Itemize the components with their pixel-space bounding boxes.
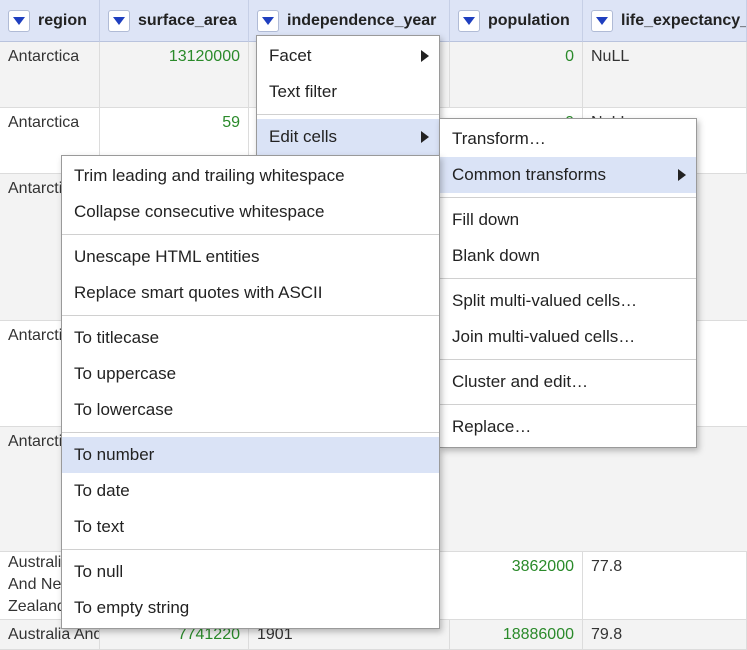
menu-item-label: Collapse consecutive whitespace — [74, 202, 325, 221]
cell-population[interactable]: 0 — [450, 42, 583, 108]
menu-divider — [62, 432, 439, 433]
menu-item-to-text[interactable]: To text — [62, 509, 439, 545]
menu-item-split-multi-valued[interactable]: Split multi-valued cells… — [440, 283, 696, 319]
menu-item-label: Fill down — [452, 210, 520, 229]
menu-divider — [440, 278, 696, 279]
menu-item-fill-down[interactable]: Fill down — [440, 202, 696, 238]
menu-item-to-null[interactable]: To null — [62, 554, 439, 590]
menu-item-label: To uppercase — [74, 364, 177, 383]
column-header-life-expectancy[interactable]: life_expectancy_ — [583, 0, 747, 42]
menu-item-label: Replace smart quotes with ASCII — [74, 283, 323, 302]
menu-item-label: To null — [74, 562, 124, 581]
menu-item-transform[interactable]: Transform… — [440, 121, 696, 157]
edit-cells-menu: Transform… Common transforms Fill down B… — [439, 118, 697, 448]
menu-item-to-date[interactable]: To date — [62, 473, 439, 509]
column-header-population[interactable]: population — [450, 0, 583, 42]
menu-item-join-multi-valued[interactable]: Join multi-valued cells… — [440, 319, 696, 355]
menu-item-common-transforms[interactable]: Common transforms — [440, 157, 696, 193]
triangle-down-icon[interactable] — [257, 9, 279, 32]
menu-item-to-lowercase[interactable]: To lowercase — [62, 392, 439, 428]
menu-item-label: Common transforms — [452, 165, 606, 184]
menu-item-to-number[interactable]: To number — [62, 437, 439, 473]
triangle-down-icon[interactable] — [8, 9, 30, 32]
menu-item-label: To lowercase — [74, 400, 174, 419]
menu-item-label: Transform… — [452, 129, 546, 148]
column-header-label: independence_year — [287, 11, 437, 29]
menu-item-to-empty-string[interactable]: To empty string — [62, 590, 439, 626]
triangle-down-icon[interactable] — [591, 9, 613, 32]
menu-item-label: Split multi-valued cells… — [452, 291, 638, 310]
menu-item-collapse-whitespace[interactable]: Collapse consecutive whitespace — [62, 194, 439, 230]
menu-item-text-filter[interactable]: Text filter — [257, 74, 439, 110]
common-transforms-menu: Trim leading and trailing whitespace Col… — [61, 155, 440, 629]
menu-divider — [440, 359, 696, 360]
column-header-region[interactable]: region — [0, 0, 100, 42]
column-menu: Facet Text filter Edit cells — [256, 35, 440, 158]
menu-item-replace[interactable]: Replace… — [440, 409, 696, 445]
menu-item-label: To date — [74, 481, 130, 500]
column-header-label: surface_area — [138, 11, 237, 29]
column-header-label: region — [38, 11, 87, 29]
menu-item-label: Cluster and edit… — [452, 372, 589, 391]
menu-item-cluster-and-edit[interactable]: Cluster and edit… — [440, 364, 696, 400]
cell-population[interactable]: 3862000 — [450, 552, 583, 620]
column-header-label: population — [488, 11, 570, 29]
menu-item-label: Replace… — [452, 417, 532, 436]
menu-item-label: To number — [74, 445, 155, 464]
menu-item-edit-cells[interactable]: Edit cells — [257, 119, 439, 155]
cell-life-expectancy[interactable]: 77.8 — [583, 552, 747, 620]
triangle-down-icon[interactable] — [458, 9, 480, 32]
menu-item-label: Facet — [269, 46, 312, 65]
menu-item-blank-down[interactable]: Blank down — [440, 238, 696, 274]
menu-item-label: Edit cells — [269, 127, 338, 146]
menu-divider — [257, 114, 439, 115]
menu-item-facet[interactable]: Facet — [257, 38, 439, 74]
menu-item-unescape-html[interactable]: Unescape HTML entities — [62, 239, 439, 275]
menu-divider — [440, 197, 696, 198]
menu-item-to-uppercase[interactable]: To uppercase — [62, 356, 439, 392]
menu-item-replace-smart-quotes[interactable]: Replace smart quotes with ASCII — [62, 275, 439, 311]
cell-life-expectancy[interactable]: 79.8 — [583, 620, 747, 650]
menu-item-label: To empty string — [74, 598, 190, 617]
cell-life-expectancy[interactable]: NuLL — [583, 42, 747, 108]
triangle-right-icon — [421, 131, 429, 143]
menu-item-label: To titlecase — [74, 328, 160, 347]
cell-population[interactable]: 18886000 — [450, 620, 583, 650]
cell-surface-area[interactable]: 13120000 — [100, 42, 249, 108]
menu-divider — [62, 315, 439, 316]
cell-region[interactable]: Antarctica — [0, 42, 100, 108]
menu-item-label: Unescape HTML entities — [74, 247, 260, 266]
menu-item-label: Trim leading and trailing whitespace — [74, 166, 345, 185]
menu-item-label: Join multi-valued cells… — [452, 327, 636, 346]
menu-item-trim-whitespace[interactable]: Trim leading and trailing whitespace — [62, 158, 439, 194]
column-header-label: life_expectancy_ — [621, 11, 747, 29]
triangle-down-icon[interactable] — [108, 9, 130, 32]
triangle-right-icon — [678, 169, 686, 181]
column-header-surface-area[interactable]: surface_area — [100, 0, 249, 42]
menu-divider — [440, 404, 696, 405]
triangle-right-icon — [421, 50, 429, 62]
menu-item-label: To text — [74, 517, 125, 536]
menu-divider — [62, 234, 439, 235]
menu-item-to-titlecase[interactable]: To titlecase — [62, 320, 439, 356]
menu-item-label: Text filter — [269, 82, 338, 101]
menu-item-label: Blank down — [452, 246, 540, 265]
menu-divider — [62, 549, 439, 550]
